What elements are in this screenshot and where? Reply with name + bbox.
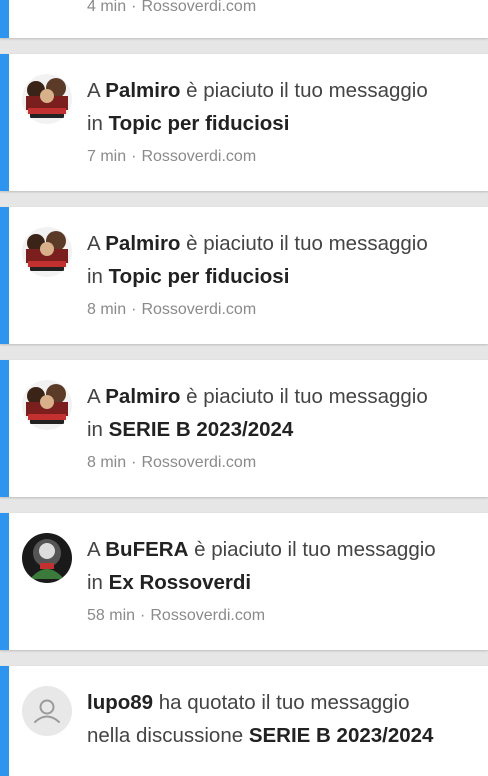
notification-meta: 8 min · Rossoverdi.com — [87, 454, 256, 472]
default-user-icon[interactable] — [22, 686, 72, 736]
notification-card[interactable]: lupo89 ha quotato il tuo messaggio nella… — [0, 666, 488, 776]
topic-link[interactable]: Ex Rossoverdi — [109, 571, 251, 594]
message-prefix: A — [87, 385, 100, 408]
action-text: è piaciuto il tuo messaggio — [186, 385, 428, 408]
unread-indicator — [0, 513, 9, 650]
palmiro-avatar[interactable] — [22, 380, 72, 430]
user-link[interactable]: Palmiro — [105, 232, 180, 255]
notification-time: 8 min — [87, 301, 127, 318]
notification-time: 4 min — [87, 0, 127, 15]
message-prefix: A — [87, 538, 100, 561]
notification-meta: 4 min · Rossoverdi.com — [87, 0, 256, 16]
notification-card[interactable]: A Palmiro è piaciuto il tuo messaggio in… — [0, 207, 488, 344]
notification-message: A Palmiro è piaciuto il tuo messaggio in… — [87, 380, 468, 446]
notification-source: Rossoverdi.com — [141, 148, 257, 165]
palmiro-avatar[interactable] — [22, 227, 72, 277]
topic-link[interactable]: Topic per fiduciosi — [109, 112, 290, 135]
notification-meta: 58 min · Rossoverdi.com — [87, 607, 265, 625]
notification-source: Rossoverdi.com — [141, 0, 257, 15]
unread-indicator — [0, 54, 9, 191]
action-text: è piaciuto il tuo messaggio — [194, 538, 436, 561]
notification-message: A Palmiro è piaciuto il tuo messaggio in… — [87, 74, 468, 140]
meta-separator: · — [131, 454, 137, 471]
meta-separator: · — [131, 148, 137, 165]
notification-card[interactable]: A Palmiro è piaciuto il tuo messaggio in… — [0, 54, 488, 191]
message-prefix: A — [87, 232, 100, 255]
user-link[interactable]: BuFERA — [105, 538, 188, 561]
connector-text: in — [87, 418, 103, 441]
connector-text: in — [87, 265, 103, 288]
notification-message: lupo89 ha quotato il tuo messaggio nella… — [87, 686, 468, 752]
notification-source: Rossoverdi.com — [141, 301, 257, 318]
connector-text: in — [87, 571, 103, 594]
notification-card[interactable]: A Palmiro è piaciuto il tuo messaggio in… — [0, 360, 488, 497]
user-link[interactable]: Palmiro — [105, 79, 180, 102]
action-text: è piaciuto il tuo messaggio — [186, 232, 428, 255]
unread-indicator — [0, 666, 9, 776]
notification-card[interactable]: A BuFERA è piaciuto il tuo messaggio in … — [0, 513, 488, 650]
notification-message: A Palmiro è piaciuto il tuo messaggio in… — [87, 227, 468, 293]
message-prefix: A — [87, 79, 100, 102]
bufera-avatar[interactable] — [22, 533, 72, 583]
notification-source: Rossoverdi.com — [150, 607, 266, 624]
meta-separator: · — [131, 301, 137, 318]
notification-time: 8 min — [87, 454, 127, 471]
topic-link[interactable]: Topic per fiduciosi — [109, 265, 290, 288]
palmiro-avatar[interactable] — [22, 74, 72, 124]
notification-message: A BuFERA è piaciuto il tuo messaggio in … — [87, 533, 468, 599]
meta-separator: · — [140, 607, 146, 624]
action-text: è piaciuto il tuo messaggio — [186, 79, 428, 102]
notification-meta: 8 min · Rossoverdi.com — [87, 301, 256, 319]
user-link[interactable]: Palmiro — [105, 385, 180, 408]
meta-separator: · — [131, 0, 137, 15]
topic-link[interactable]: SERIE B 2023/2024 — [249, 724, 434, 747]
unread-indicator — [0, 0, 9, 38]
action-text: ha quotato il tuo messaggio — [158, 691, 410, 714]
notification-time: 58 min — [87, 607, 136, 624]
connector-text: in — [87, 112, 103, 135]
notification-meta: 7 min · Rossoverdi.com — [87, 148, 256, 166]
notification-time: 7 min — [87, 148, 127, 165]
notification-card[interactable]: 4 min · Rossoverdi.com — [0, 0, 488, 38]
connector-text: nella discussione — [87, 724, 244, 747]
notification-source: Rossoverdi.com — [141, 454, 257, 471]
user-link[interactable]: lupo89 — [87, 691, 153, 714]
unread-indicator — [0, 360, 9, 497]
unread-indicator — [0, 207, 9, 344]
topic-link[interactable]: SERIE B 2023/2024 — [109, 418, 294, 441]
